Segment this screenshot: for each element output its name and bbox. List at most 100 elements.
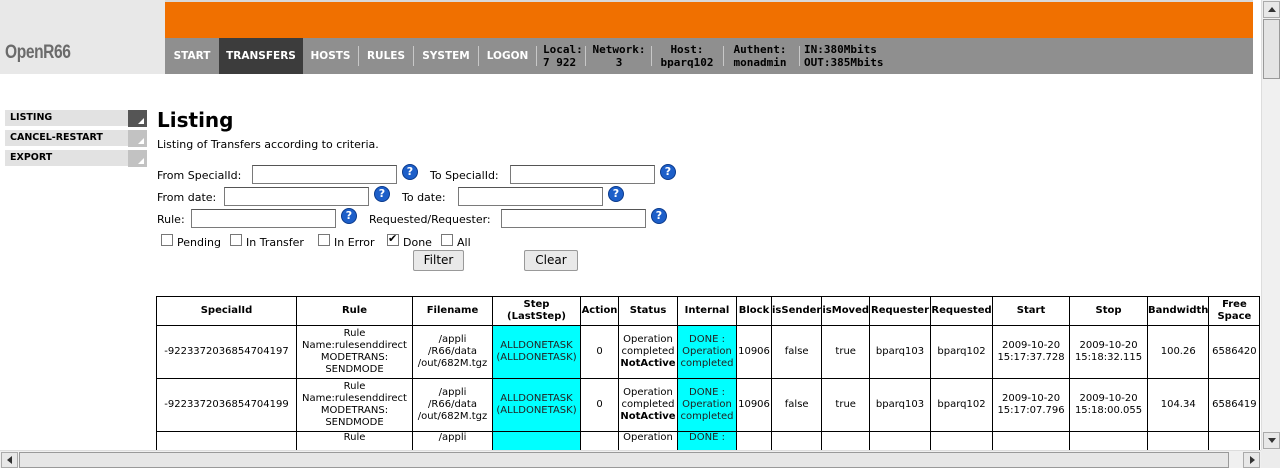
help-icon[interactable]: ? [341, 208, 357, 224]
sidebar-item-label: EXPORT [10, 152, 53, 163]
help-icon[interactable]: ? [660, 164, 676, 180]
col-ismoved: isMoved [821, 296, 871, 326]
cell-action: 0 [580, 378, 619, 432]
cell-status: Operation completed NotActive [618, 378, 678, 432]
cell-stop: 2009-10-20 15:18:00.055 [1069, 378, 1149, 432]
nav-divider [651, 46, 652, 66]
stat-local: Local: 7 922 [543, 43, 583, 69]
to-specialid-label: To SpecialId: [430, 169, 499, 182]
from-date-input[interactable] [224, 187, 369, 206]
cell-rule: Rule Name:rulesenddirect MODETRANS: SEND… [296, 325, 413, 379]
scroll-up-icon[interactable] [1263, 1, 1280, 18]
sidebar-item-export[interactable]: EXPORT [5, 150, 147, 167]
page-subtitle: Listing of Transfers according to criter… [157, 138, 379, 151]
cell-freespace: 6586420 [1208, 325, 1261, 379]
cell-start: 2009-10-20 15:17:37.728 [992, 325, 1071, 379]
page-title: Listing [157, 108, 234, 132]
filter-button[interactable]: Filter [413, 250, 464, 271]
horizontal-scrollbar[interactable] [0, 450, 1261, 468]
done-checkbox[interactable] [387, 232, 399, 246]
nav-divider [723, 46, 724, 66]
nav-divider [536, 46, 537, 66]
cell-ismoved: true [821, 378, 871, 432]
from-specialid-label: From SpecialId: [157, 169, 242, 182]
col-start: Start [992, 296, 1071, 326]
scroll-thumb[interactable] [1263, 19, 1280, 79]
stat-authent: Authent: monadmin [733, 43, 787, 69]
cell-requester: bparq103 [869, 378, 932, 432]
table-header-row: SpecialId Rule Filename Step (LastStep) … [156, 296, 1261, 326]
nav-transfers[interactable]: TRANSFERS [219, 38, 303, 74]
cell-block: 10906 [736, 378, 772, 432]
nav-rules[interactable]: RULES [359, 38, 413, 74]
col-status: Status [618, 296, 678, 326]
help-icon[interactable]: ? [374, 186, 390, 202]
header-banner [165, 0, 1253, 38]
cell-issender: false [770, 378, 823, 432]
col-issender: isSender [770, 296, 823, 326]
to-specialid-input[interactable] [510, 165, 655, 184]
cell-action: 0 [580, 325, 619, 379]
col-block: Block [736, 296, 772, 326]
cell-specialid: -9223372036854704197 [156, 325, 297, 379]
nav-divider [585, 46, 586, 66]
clear-button[interactable]: Clear [524, 250, 578, 271]
cell-freespace: 6586419 [1208, 378, 1261, 432]
from-date-label: From date: [157, 191, 217, 204]
to-date-input[interactable] [458, 187, 603, 206]
nav-divider [799, 46, 800, 66]
all-checkbox[interactable] [441, 234, 453, 246]
cell-bandwidth: 104.34 [1147, 378, 1210, 432]
sidebar-item-cancel-restart[interactable]: CANCEL-RESTART [5, 130, 147, 147]
stat-host: Host: bparq102 [660, 43, 714, 69]
col-freespace: Free Space [1208, 296, 1261, 326]
sidebar-item-listing[interactable]: LISTING [5, 110, 147, 127]
cell-block: 10906 [736, 325, 772, 379]
vertical-scrollbar[interactable] [1261, 0, 1280, 450]
scroll-right-icon[interactable] [1243, 452, 1260, 468]
cell-filename: /appli /R66/data /out/682M.tgz [412, 378, 493, 432]
rule-input[interactable] [191, 209, 336, 228]
cell-ismoved: true [821, 325, 871, 379]
help-icon[interactable]: ? [402, 164, 418, 180]
col-rule: Rule [296, 296, 413, 326]
sidebar-item-label: CANCEL-RESTART [10, 132, 103, 143]
done-label: Done [403, 236, 432, 249]
rule-label: Rule: [157, 213, 185, 226]
cell-rule: Rule Name:rulesenddirect MODETRANS: SEND… [296, 378, 413, 432]
help-icon[interactable]: ? [608, 186, 624, 202]
table-row[interactable]: -9223372036854704197 Rule Name:rulesendd… [156, 325, 1261, 379]
app-logo: OpenR66 [5, 42, 71, 63]
transfers-table: SpecialId Rule Filename Step (LastStep) … [156, 296, 1261, 468]
nav-start[interactable]: START [165, 38, 219, 74]
col-specialid: SpecialId [156, 296, 297, 326]
help-icon[interactable]: ? [651, 208, 667, 224]
cell-internal: DONE : Operation completed [677, 325, 737, 379]
sidebar-item-label: LISTING [10, 112, 53, 123]
in-error-checkbox[interactable] [318, 234, 330, 246]
pending-checkbox[interactable] [161, 234, 173, 246]
scroll-left-icon[interactable] [1, 452, 18, 468]
nav-system[interactable]: SYSTEM [414, 38, 478, 74]
nav-hosts[interactable]: HOSTS [303, 38, 358, 74]
requested-input[interactable] [501, 209, 646, 228]
cell-stop: 2009-10-20 15:18:32.115 [1069, 325, 1149, 379]
col-requester: Requester [869, 296, 932, 326]
cell-issender: false [770, 325, 823, 379]
table-row[interactable]: -9223372036854704199 Rule Name:rulesendd… [156, 378, 1261, 432]
col-step: Step (LastStep) [492, 296, 581, 326]
scroll-down-icon[interactable] [1263, 432, 1280, 449]
requested-label: Requested/Requester: [369, 213, 491, 226]
scrollbar-corner [1261, 450, 1280, 468]
col-bandwidth: Bandwidth [1147, 296, 1210, 326]
in-error-label: In Error [334, 236, 375, 249]
nav-logon[interactable]: LOGON [479, 38, 536, 74]
cell-status: Operation completed NotActive [618, 325, 678, 379]
cell-requested: bparq102 [930, 325, 994, 379]
scroll-thumb[interactable] [19, 452, 1229, 468]
to-date-label: To date: [402, 191, 446, 204]
stat-bandwidth: IN:380Mbits OUT:385Mbits [804, 43, 884, 69]
cell-specialid: -9223372036854704199 [156, 378, 297, 432]
from-specialid-input[interactable] [252, 165, 397, 184]
in-transfer-checkbox[interactable] [230, 234, 242, 246]
